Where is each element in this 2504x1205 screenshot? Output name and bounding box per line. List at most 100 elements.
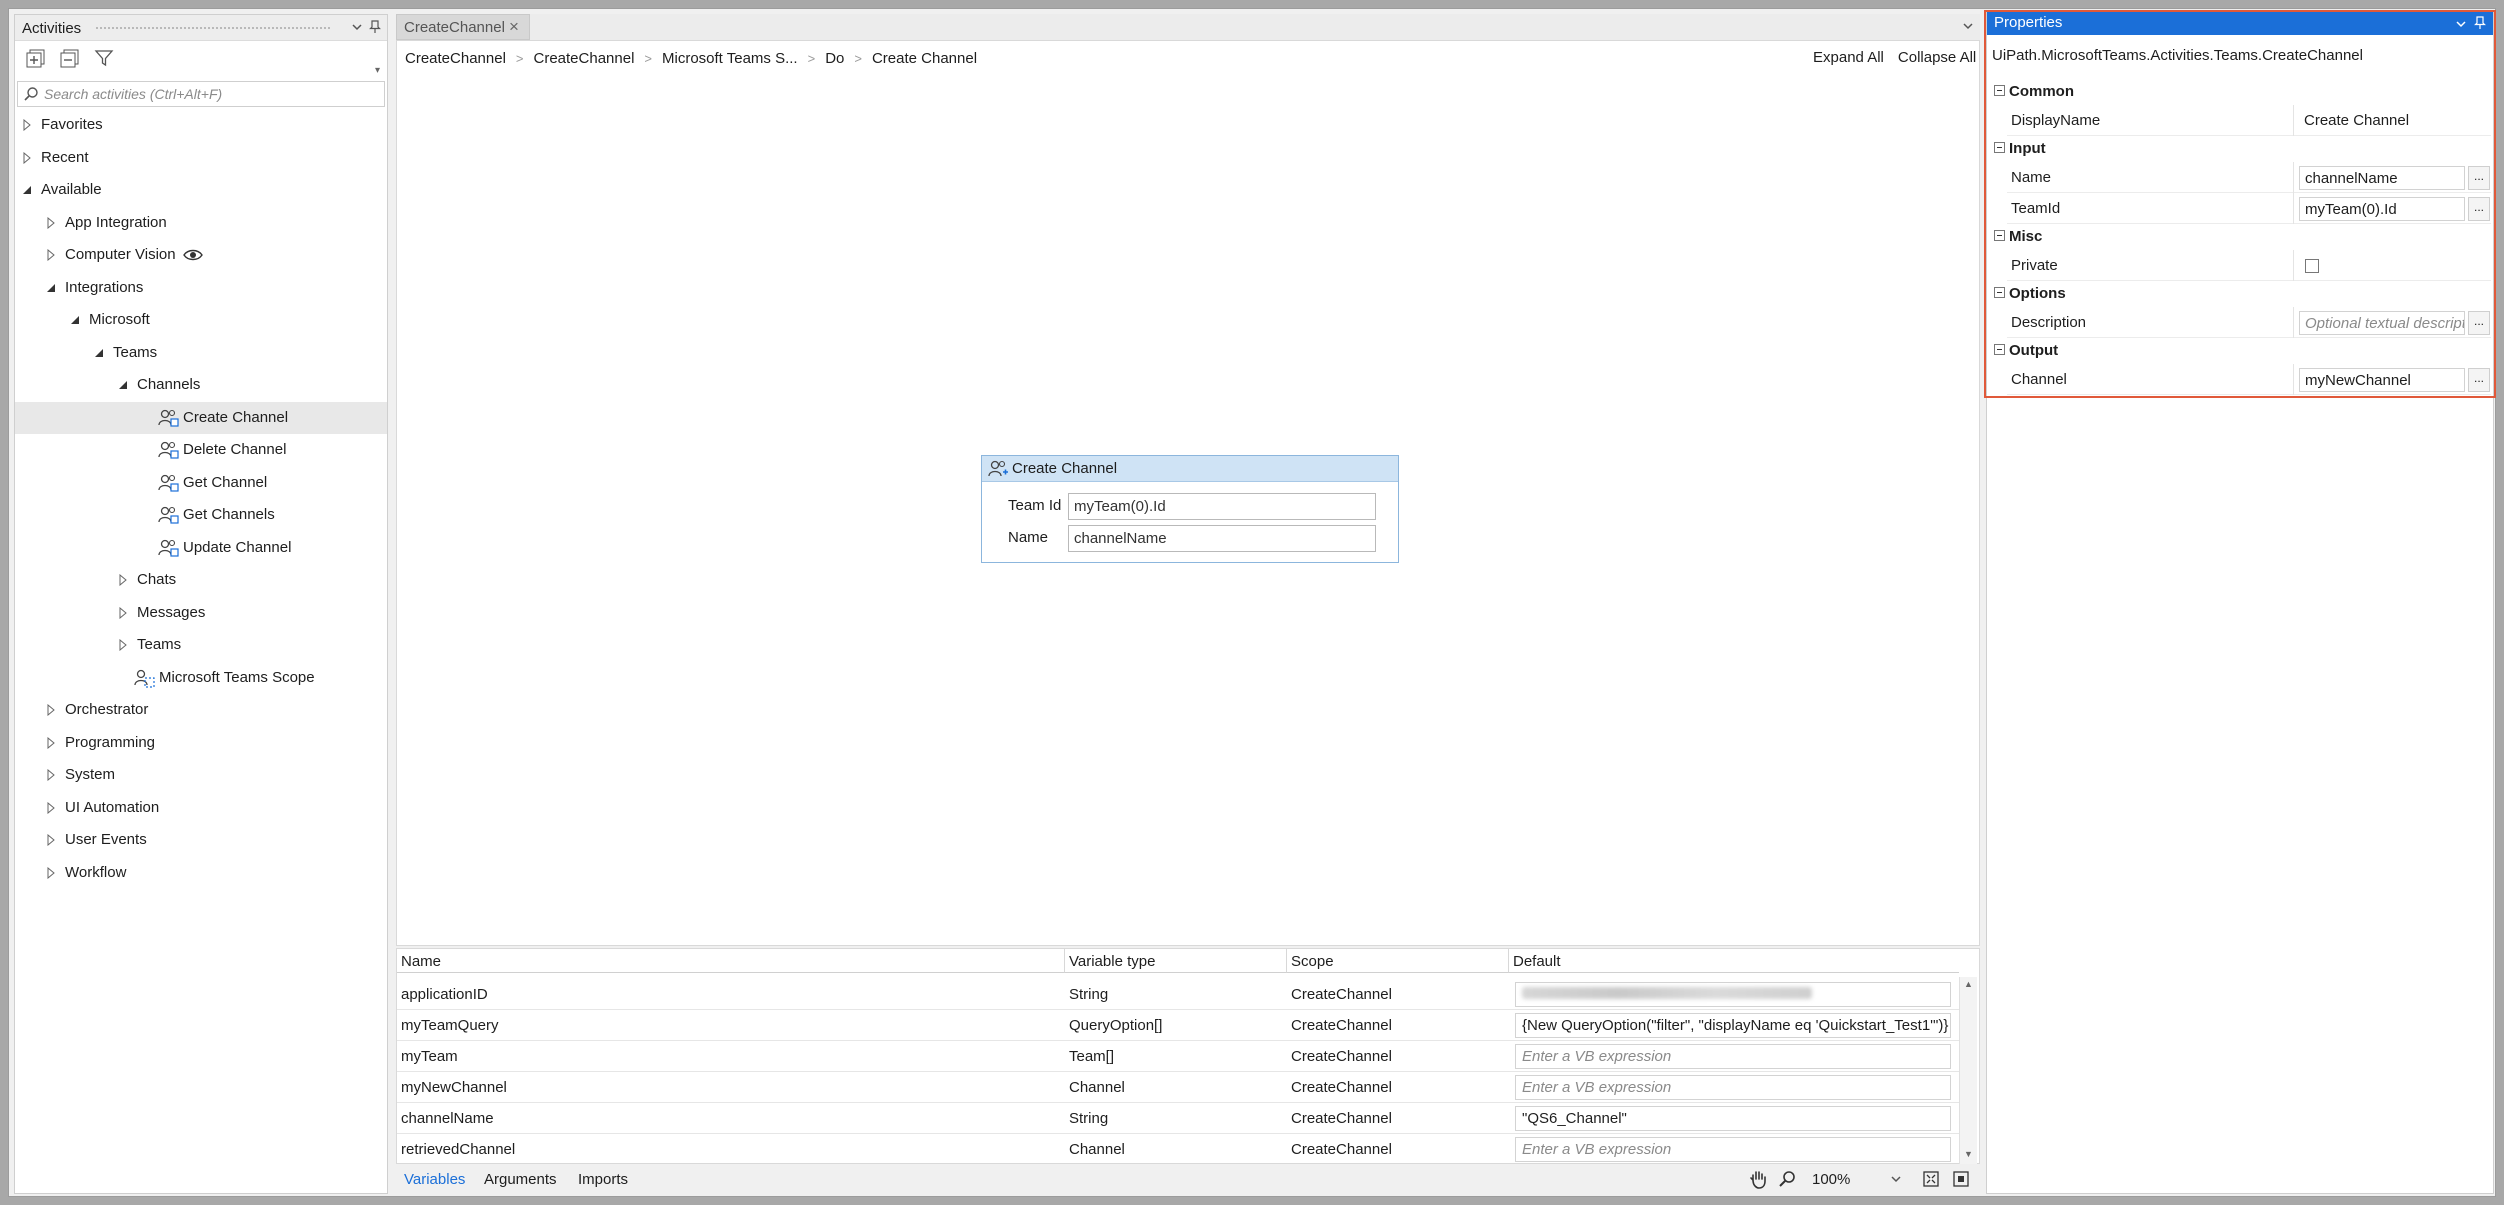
search-activities-input[interactable]: Search activities (Ctrl+Alt+F) <box>17 81 385 107</box>
expand-all-link[interactable]: Expand All <box>1813 49 1884 66</box>
chevron-down-icon[interactable] <box>351 21 363 33</box>
scroll-down-icon[interactable]: ▼ <box>1964 1149 1973 1159</box>
variable-type[interactable]: Team[] <box>1069 1048 1114 1065</box>
zoom-level[interactable]: 100% <box>1812 1171 1850 1188</box>
default-value-field[interactable]: Enter a VB expression <box>1515 1044 1951 1069</box>
variable-name[interactable]: channelName <box>401 1110 494 1127</box>
breadcrumb-item[interactable]: Create Channel <box>872 50 977 67</box>
pin-icon[interactable] <box>369 20 381 34</box>
tree-item-get-channel[interactable]: Get Channel <box>15 467 387 499</box>
tree-item-create-channel[interactable]: Create Channel <box>15 401 387 434</box>
variable-row[interactable]: myNewChannel Channel CreateChannel Enter… <box>397 1072 1959 1103</box>
variable-row[interactable]: applicationID String CreateChannel <box>397 979 1959 1010</box>
tree-item-channels[interactable]: Channels <box>15 369 387 401</box>
tree-item-available[interactable]: Available <box>15 174 387 206</box>
tree-item-recent[interactable]: Recent <box>15 142 387 174</box>
variable-name[interactable]: applicationID <box>401 986 488 1003</box>
overflow-icon[interactable]: ▾ <box>375 65 380 76</box>
expand-arrow-icon[interactable] <box>117 574 129 586</box>
collapse-arrow-icon[interactable] <box>21 184 33 196</box>
variable-row[interactable]: myTeamQuery QueryOption[] CreateChannel … <box>397 1010 1959 1041</box>
tree-item-orchestrator[interactable]: Orchestrator <box>15 694 387 726</box>
breadcrumb-item[interactable]: CreateChannel <box>405 50 506 67</box>
tree-item-microsoft-teams-scope[interactable]: Microsoft Teams Scope <box>15 662 387 694</box>
tree-item-app-integration[interactable]: App Integration <box>15 207 387 239</box>
tree-item-workflow[interactable]: Workflow <box>15 857 387 889</box>
variables-scrollbar[interactable]: ▲ ▼ <box>1959 977 1977 1165</box>
expand-arrow-icon[interactable] <box>21 119 33 131</box>
fit-to-screen-icon[interactable] <box>1922 1170 1940 1188</box>
overview-icon[interactable] <box>1952 1170 1970 1188</box>
default-value-field[interactable]: "QS6_Channel" <box>1515 1106 1951 1131</box>
drag-grip[interactable] <box>95 26 331 31</box>
variable-scope[interactable]: CreateChannel <box>1291 1017 1392 1034</box>
tree-item-computer-vision[interactable]: Computer Vision <box>15 239 387 271</box>
expand-arrow-icon[interactable] <box>45 249 57 261</box>
expand-arrow-icon[interactable] <box>45 704 57 716</box>
create-channel-activity[interactable]: Create Channel Team Id myTeam(0).Id Name… <box>981 455 1399 563</box>
tab-list-chevron-icon[interactable] <box>1962 20 1974 32</box>
default-value-field[interactable]: {New QueryOption("filter", "displayName … <box>1515 1013 1951 1038</box>
expand-all-icon[interactable] <box>21 45 51 71</box>
variable-type[interactable]: QueryOption[] <box>1069 1017 1162 1034</box>
expand-arrow-icon[interactable] <box>45 834 57 846</box>
close-icon[interactable]: × <box>509 17 519 37</box>
variable-scope[interactable]: CreateChannel <box>1291 986 1392 1003</box>
column-header-variable-type[interactable]: Variable type <box>1065 949 1287 973</box>
variable-row[interactable]: myTeam Team[] CreateChannel Enter a VB e… <box>397 1041 1959 1072</box>
tree-item-messages[interactable]: Messages <box>15 597 387 629</box>
expand-arrow-icon[interactable] <box>45 866 57 879</box>
scroll-up-icon[interactable]: ▲ <box>1964 979 1973 989</box>
variable-name[interactable]: myNewChannel <box>401 1079 507 1096</box>
tree-item-get-channels[interactable]: Get Channels <box>15 499 387 531</box>
breadcrumb-item[interactable]: CreateChannel <box>534 50 635 67</box>
default-value-field[interactable] <box>1515 982 1951 1007</box>
tree-item-microsoft[interactable]: Microsoft <box>15 304 387 336</box>
expand-arrow-icon[interactable] <box>45 216 57 229</box>
tree-item-teams[interactable]: Teams <box>15 629 387 661</box>
column-header-scope[interactable]: Scope <box>1287 949 1509 973</box>
eye-icon[interactable] <box>183 245 205 267</box>
filter-icon[interactable] <box>89 45 119 71</box>
expand-arrow-icon[interactable] <box>117 606 129 619</box>
collapse-all-icon[interactable] <box>55 45 85 71</box>
expand-arrow-icon[interactable] <box>45 736 57 749</box>
variable-scope[interactable]: CreateChannel <box>1291 1141 1392 1158</box>
variable-row[interactable]: retrievedChannel Channel CreateChannel E… <box>397 1134 1959 1165</box>
breadcrumb-item[interactable]: Do <box>825 50 844 67</box>
variable-name[interactable]: retrievedChannel <box>401 1141 515 1158</box>
variable-type[interactable]: String <box>1069 1110 1108 1127</box>
default-value-field[interactable]: Enter a VB expression <box>1515 1075 1951 1100</box>
default-value-field[interactable]: Enter a VB expression <box>1515 1137 1951 1162</box>
variable-scope[interactable]: CreateChannel <box>1291 1048 1392 1065</box>
variable-type[interactable]: Channel <box>1069 1079 1125 1096</box>
tree-item-teams[interactable]: Teams <box>15 337 387 369</box>
variable-type[interactable]: String <box>1069 986 1108 1003</box>
collapse-all-link[interactable]: Collapse All <box>1898 49 1976 66</box>
variable-name[interactable]: myTeam <box>401 1048 458 1065</box>
tree-item-ui-automation[interactable]: UI Automation <box>15 792 387 824</box>
tree-item-update-channel[interactable]: Update Channel <box>15 532 387 564</box>
name-field[interactable]: channelName <box>1068 525 1376 552</box>
variable-row[interactable]: channelName String CreateChannel "QS6_Ch… <box>397 1103 1959 1134</box>
column-header-default[interactable]: Default <box>1509 949 1959 973</box>
tab-imports[interactable]: Imports <box>578 1171 628 1188</box>
team-id-field[interactable]: myTeam(0).Id <box>1068 493 1376 520</box>
tree-item-user-events[interactable]: User Events <box>15 824 387 856</box>
expand-arrow-icon[interactable] <box>45 801 57 814</box>
designer-canvas[interactable]: CreateChannel > CreateChannel > Microsof… <box>396 40 1980 946</box>
variable-name[interactable]: myTeamQuery <box>401 1017 499 1034</box>
tree-item-chats[interactable]: Chats <box>15 564 387 596</box>
collapse-arrow-icon[interactable] <box>45 282 57 294</box>
expand-arrow-icon[interactable] <box>45 769 57 781</box>
zoom-chevron-down-icon[interactable] <box>1890 1173 1902 1185</box>
tree-item-integrations[interactable]: Integrations <box>15 272 387 304</box>
collapse-arrow-icon[interactable] <box>117 379 129 391</box>
tab-createchannel[interactable]: CreateChannel × <box>396 14 530 40</box>
tab-variables[interactable]: Variables <box>404 1171 465 1188</box>
column-header-name[interactable]: Name <box>397 949 1065 973</box>
hand-icon[interactable] <box>1748 1169 1768 1189</box>
expand-arrow-icon[interactable] <box>117 639 129 651</box>
expand-arrow-icon[interactable] <box>21 151 33 164</box>
tree-item-favorites[interactable]: Favorites <box>15 109 387 141</box>
